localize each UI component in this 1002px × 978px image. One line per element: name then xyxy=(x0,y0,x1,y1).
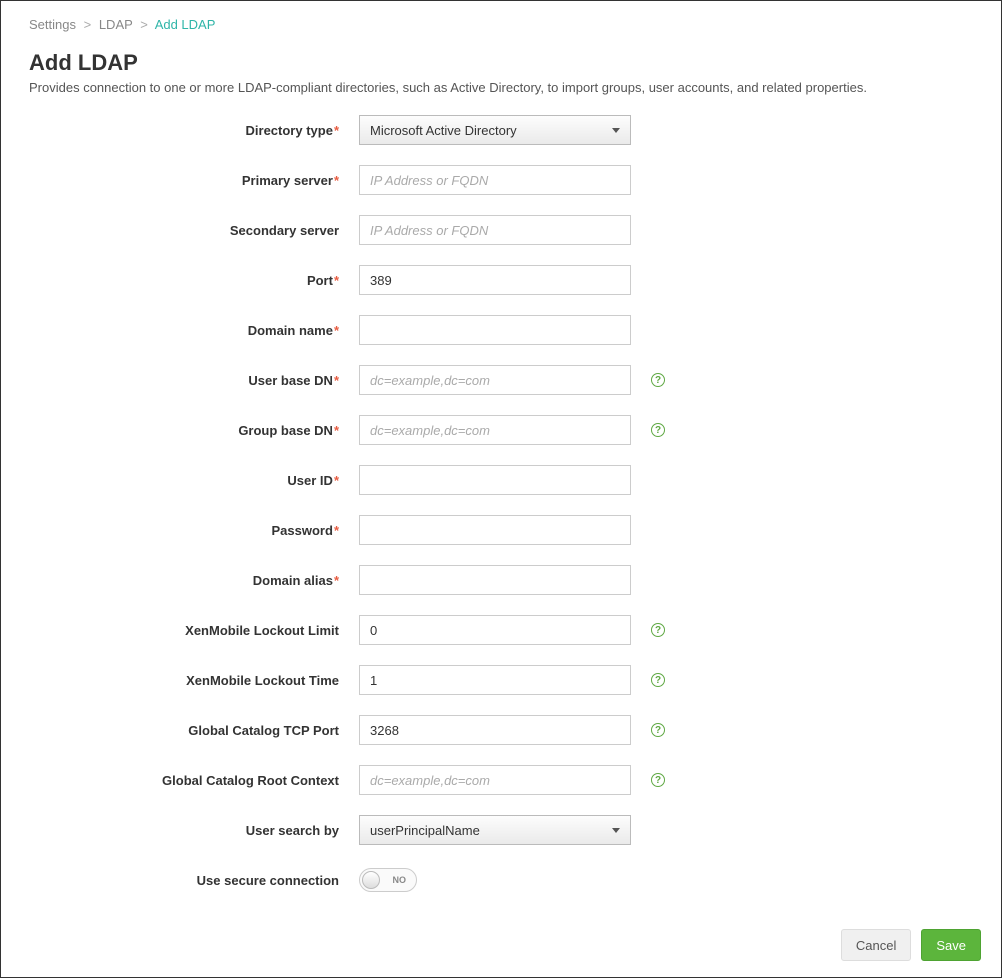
required-asterisk: * xyxy=(334,273,339,288)
gc-tcp-port-label: Global Catalog TCP Port xyxy=(1,723,359,738)
required-asterisk: * xyxy=(334,473,339,488)
page-title: Add LDAP xyxy=(29,50,973,76)
gc-root-context-input[interactable] xyxy=(359,765,631,795)
lockout-limit-input[interactable] xyxy=(359,615,631,645)
user-id-label: User ID* xyxy=(1,473,359,488)
help-icon[interactable]: ? xyxy=(651,373,665,387)
breadcrumb-separator: > xyxy=(84,17,92,32)
chevron-down-icon xyxy=(612,128,620,133)
toggle-state-label: NO xyxy=(393,875,407,885)
lockout-time-label: XenMobile Lockout Time xyxy=(1,673,359,688)
required-asterisk: * xyxy=(334,523,339,538)
required-asterisk: * xyxy=(334,423,339,438)
required-asterisk: * xyxy=(334,573,339,588)
password-input[interactable] xyxy=(359,515,631,545)
help-icon[interactable]: ? xyxy=(651,723,665,737)
use-secure-toggle[interactable]: NO xyxy=(359,868,417,892)
user-base-dn-input[interactable] xyxy=(359,365,631,395)
required-asterisk: * xyxy=(334,323,339,338)
breadcrumb-current: Add LDAP xyxy=(155,17,216,32)
gc-root-context-label: Global Catalog Root Context xyxy=(1,773,359,788)
user-base-dn-label: User base DN* xyxy=(1,373,359,388)
primary-server-input[interactable] xyxy=(359,165,631,195)
directory-type-select[interactable]: Microsoft Active Directory xyxy=(359,115,631,145)
lockout-limit-label: XenMobile Lockout Limit xyxy=(1,623,359,638)
domain-alias-input[interactable] xyxy=(359,565,631,595)
footer-actions: Cancel Save xyxy=(841,929,981,961)
user-search-by-label: User search by xyxy=(1,823,359,838)
help-icon[interactable]: ? xyxy=(651,623,665,637)
use-secure-label: Use secure connection xyxy=(1,873,359,888)
domain-name-label: Domain name* xyxy=(1,323,359,338)
toggle-knob xyxy=(362,871,380,889)
required-asterisk: * xyxy=(334,123,339,138)
port-label: Port* xyxy=(1,273,359,288)
page-description: Provides connection to one or more LDAP-… xyxy=(29,80,973,95)
lockout-time-input[interactable] xyxy=(359,665,631,695)
save-button[interactable]: Save xyxy=(921,929,981,961)
password-label: Password* xyxy=(1,523,359,538)
chevron-down-icon xyxy=(612,828,620,833)
domain-name-input[interactable] xyxy=(359,315,631,345)
group-base-dn-input[interactable] xyxy=(359,415,631,445)
secondary-server-input[interactable] xyxy=(359,215,631,245)
user-search-by-select[interactable]: userPrincipalName xyxy=(359,815,631,845)
domain-alias-label: Domain alias* xyxy=(1,573,359,588)
user-id-input[interactable] xyxy=(359,465,631,495)
gc-tcp-port-input[interactable] xyxy=(359,715,631,745)
ldap-form: Directory type* Microsoft Active Directo… xyxy=(1,115,1001,895)
user-search-by-value: userPrincipalName xyxy=(370,823,480,838)
port-input[interactable] xyxy=(359,265,631,295)
help-icon[interactable]: ? xyxy=(651,423,665,437)
directory-type-value: Microsoft Active Directory xyxy=(370,123,517,138)
primary-server-label: Primary server* xyxy=(1,173,359,188)
breadcrumb-settings[interactable]: Settings xyxy=(29,17,76,32)
group-base-dn-label: Group base DN* xyxy=(1,423,359,438)
breadcrumb-separator: > xyxy=(140,17,148,32)
breadcrumb-ldap[interactable]: LDAP xyxy=(99,17,133,32)
help-icon[interactable]: ? xyxy=(651,773,665,787)
help-icon[interactable]: ? xyxy=(651,673,665,687)
cancel-button[interactable]: Cancel xyxy=(841,929,911,961)
secondary-server-label: Secondary server xyxy=(1,223,359,238)
breadcrumb: Settings > LDAP > Add LDAP xyxy=(1,1,1001,32)
required-asterisk: * xyxy=(334,173,339,188)
required-asterisk: * xyxy=(334,373,339,388)
directory-type-label: Directory type* xyxy=(1,123,359,138)
